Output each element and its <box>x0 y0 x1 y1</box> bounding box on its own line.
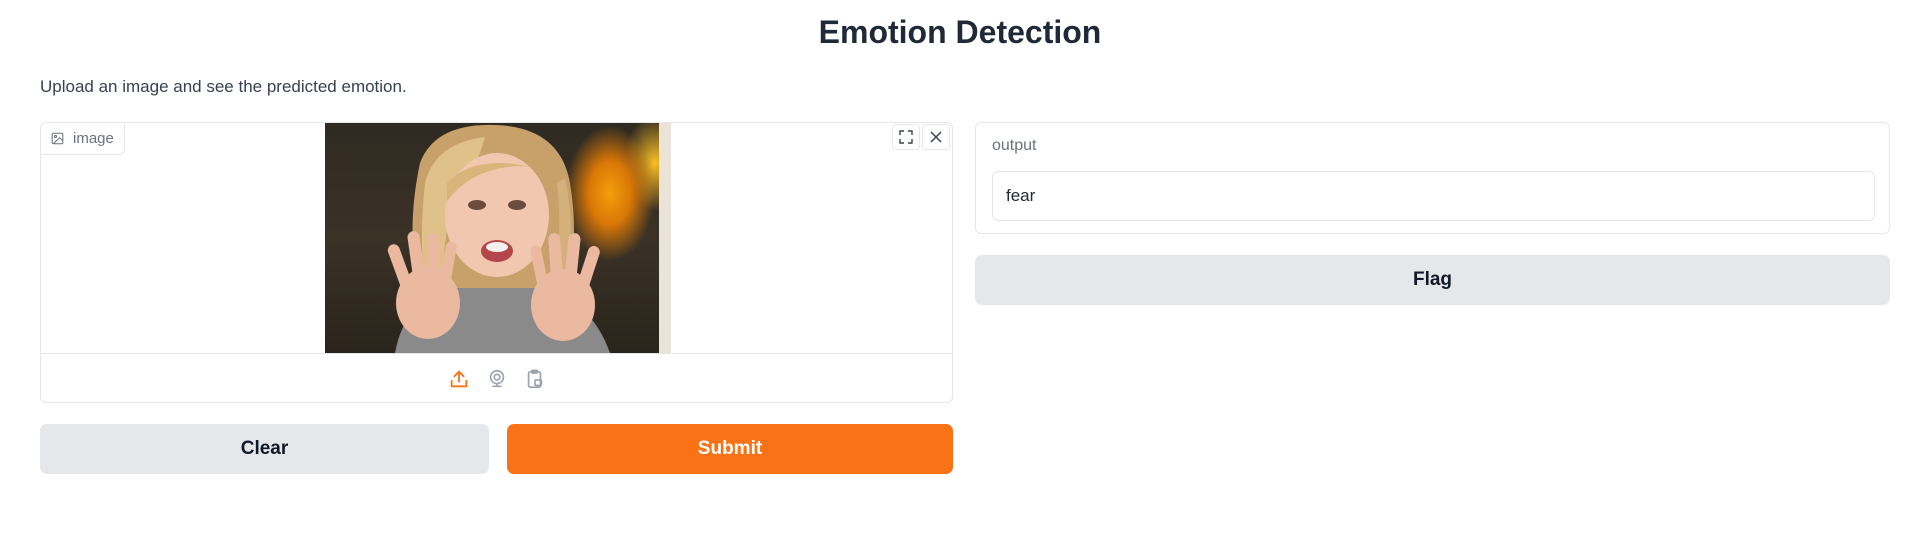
output-textbox[interactable]: fear <box>992 171 1875 221</box>
app-page: Emotion Detection Upload an image and se… <box>0 0 1920 551</box>
image-icon <box>51 132 64 145</box>
webcam-source-button[interactable] <box>484 366 510 392</box>
submit-button[interactable]: Submit <box>507 424 953 474</box>
close-icon <box>930 131 942 143</box>
webcam-icon <box>489 369 504 388</box>
image-source-bar <box>41 353 952 402</box>
image-input-label-badge: image <box>41 123 125 155</box>
upload-source-button[interactable] <box>446 366 472 392</box>
fullscreen-button[interactable] <box>892 124 920 150</box>
page-title: Emotion Detection <box>818 14 1102 50</box>
clear-image-button[interactable] <box>922 124 950 150</box>
image-input-label: image <box>73 130 114 147</box>
clear-button[interactable]: Clear <box>40 424 489 474</box>
image-tools <box>892 124 950 150</box>
clipboard-icon <box>527 369 542 389</box>
upload-icon <box>450 370 467 388</box>
clipboard-source-button[interactable] <box>522 366 548 392</box>
flag-button[interactable]: Flag <box>975 255 1890 305</box>
output-label: output <box>992 137 1037 154</box>
output-panel: output fear <box>975 122 1890 234</box>
child-crying-photo <box>387 123 671 353</box>
page-description: Upload an image and see the predicted em… <box>40 77 407 96</box>
fullscreen-icon <box>899 130 913 144</box>
image-input[interactable]: image <box>40 122 953 403</box>
uploaded-image <box>325 123 671 353</box>
